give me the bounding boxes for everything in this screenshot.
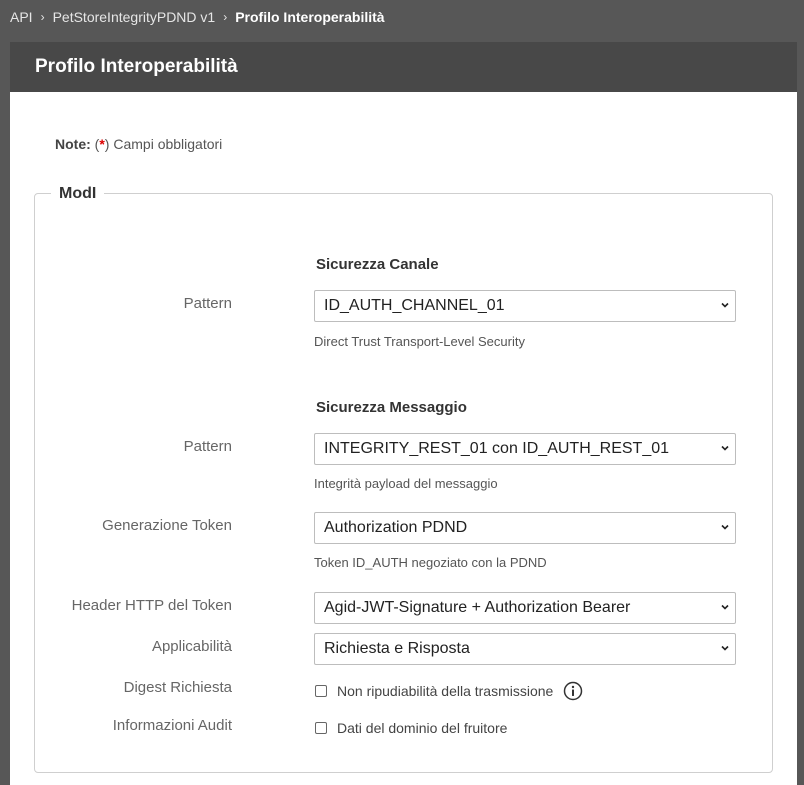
- canale-pattern-label: Pattern: [183, 295, 232, 312]
- content-panel: Profilo Interoperabilità Note: (*) Campi…: [10, 42, 797, 785]
- chevron-down-icon: [721, 445, 729, 451]
- note-text: ) Campi obbligatori: [104, 136, 223, 152]
- chevron-right-icon: ›: [223, 10, 228, 24]
- canale-pattern-help: Direct Trust Transport-Level Security: [314, 334, 525, 349]
- fieldset-legend: ModI: [51, 185, 105, 203]
- breadcrumb-api-name[interactable]: PetStoreIntegrityPDND v1: [53, 9, 216, 25]
- messaggio-pattern-label: Pattern: [183, 438, 232, 455]
- header-http-value: Agid-JWT-Signature + Authorization Beare…: [324, 599, 631, 616]
- informazioni-audit-option[interactable]: Dati del dominio del fruitore: [337, 720, 507, 736]
- breadcrumb-current: Profilo Interoperabilità: [235, 9, 385, 25]
- informazioni-audit-label: Informazioni Audit: [112, 717, 232, 734]
- digest-richiesta-option[interactable]: Non ripudiabilità della trasmissione: [337, 683, 553, 699]
- generazione-token-help: Token ID_AUTH negoziato con la PDND: [314, 555, 547, 570]
- chevron-down-icon: [721, 524, 729, 530]
- generazione-token-value: Authorization PDND: [324, 519, 468, 536]
- section-title-sicurezza-canale: Sicurezza Canale: [316, 256, 439, 273]
- digest-richiesta-label: Digest Richiesta: [123, 679, 232, 696]
- required-fields-note: Note: (*) Campi obbligatori: [55, 136, 222, 152]
- informazioni-audit-row: Dati del dominio del fruitore: [314, 720, 507, 736]
- chevron-down-icon: [721, 604, 729, 610]
- note-prefix: Note:: [55, 136, 91, 152]
- informazioni-audit-checkbox[interactable]: [315, 722, 327, 734]
- generazione-token-select[interactable]: Authorization PDND: [314, 512, 736, 544]
- canale-pattern-value: ID_AUTH_CHANNEL_01: [324, 297, 505, 314]
- messaggio-pattern-select[interactable]: INTEGRITY_REST_01 con ID_AUTH_REST_01: [314, 433, 736, 465]
- breadcrumb-api[interactable]: API: [10, 9, 33, 25]
- chevron-down-icon: [721, 645, 729, 651]
- applicabilita-select[interactable]: Richiesta e Risposta: [314, 633, 736, 665]
- canale-pattern-select[interactable]: ID_AUTH_CHANNEL_01: [314, 290, 736, 322]
- modi-fieldset: ModI Sicurezza Canale Pattern ID_AUTH_CH…: [34, 185, 773, 773]
- section-title-sicurezza-messaggio: Sicurezza Messaggio: [316, 399, 467, 416]
- header-http-label: Header HTTP del Token: [71, 597, 232, 614]
- page-title: Profilo Interoperabilità: [10, 42, 797, 92]
- chevron-down-icon: [721, 302, 729, 308]
- messaggio-pattern-value: INTEGRITY_REST_01 con ID_AUTH_REST_01: [324, 440, 670, 457]
- chevron-right-icon: ›: [40, 10, 45, 24]
- breadcrumb: API › PetStoreIntegrityPDND v1 › Profilo…: [10, 8, 385, 26]
- applicabilita-label: Applicabilità: [151, 638, 232, 655]
- info-icon[interactable]: [563, 681, 583, 701]
- applicabilita-value: Richiesta e Risposta: [324, 640, 470, 657]
- messaggio-pattern-help: Integrità payload del messaggio: [314, 476, 498, 491]
- digest-richiesta-row: Non ripudiabilità della trasmissione: [314, 681, 583, 701]
- digest-richiesta-checkbox[interactable]: [315, 685, 327, 697]
- header-http-select[interactable]: Agid-JWT-Signature + Authorization Beare…: [314, 592, 736, 624]
- generazione-token-label: Generazione Token: [102, 517, 232, 534]
